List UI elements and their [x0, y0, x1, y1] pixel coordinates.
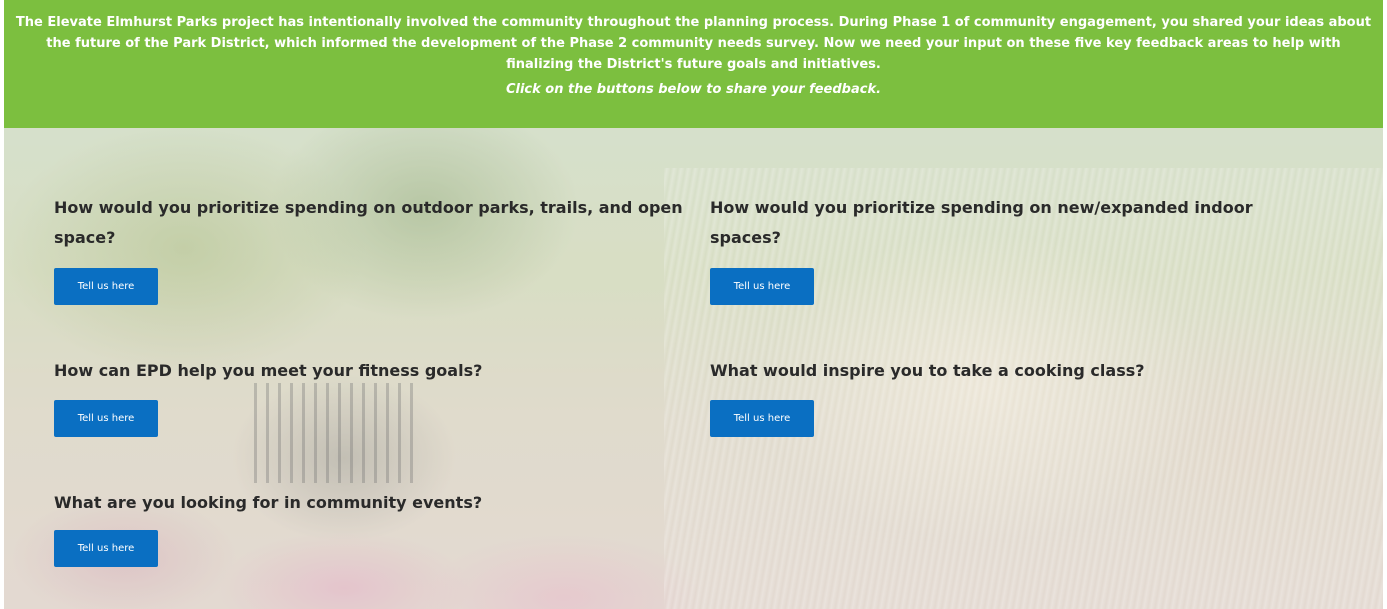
feedback-question: How can EPD help you meet your fitness g…	[54, 361, 483, 380]
tell-us-button-fitness-goals[interactable]: Tell us here	[54, 400, 158, 437]
tell-us-button-indoor-spaces[interactable]: Tell us here	[710, 268, 814, 305]
feedback-item-cooking-class: What would inspire you to take a cooking…	[710, 356, 1310, 437]
feedback-question: What are you looking for in community ev…	[54, 493, 483, 512]
feedback-question: How would you prioritize spending on out…	[54, 198, 683, 247]
feedback-question: What would inspire you to take a cooking…	[710, 361, 1145, 380]
page: The Elevate Elmhurst Parks project has i…	[0, 0, 1387, 609]
feedback-question: How would you prioritize spending on new…	[710, 198, 1253, 247]
intro-banner: The Elevate Elmhurst Parks project has i…	[4, 0, 1383, 128]
tell-us-button-outdoor-parks[interactable]: Tell us here	[54, 268, 158, 305]
feedback-item-indoor-spaces: How would you prioritize spending on new…	[710, 193, 1310, 305]
feedback-item-fitness-goals: How can EPD help you meet your fitness g…	[54, 356, 694, 437]
tell-us-button-cooking-class[interactable]: Tell us here	[710, 400, 814, 437]
tell-us-button-community-events[interactable]: Tell us here	[54, 530, 158, 567]
intro-call-to-action: Click on the buttons below to share your…	[505, 82, 882, 97]
intro-text: The Elevate Elmhurst Parks project has i…	[15, 15, 1372, 72]
feedback-item-community-events: What are you looking for in community ev…	[54, 488, 694, 567]
feedback-item-outdoor-parks: How would you prioritize spending on out…	[54, 193, 694, 305]
